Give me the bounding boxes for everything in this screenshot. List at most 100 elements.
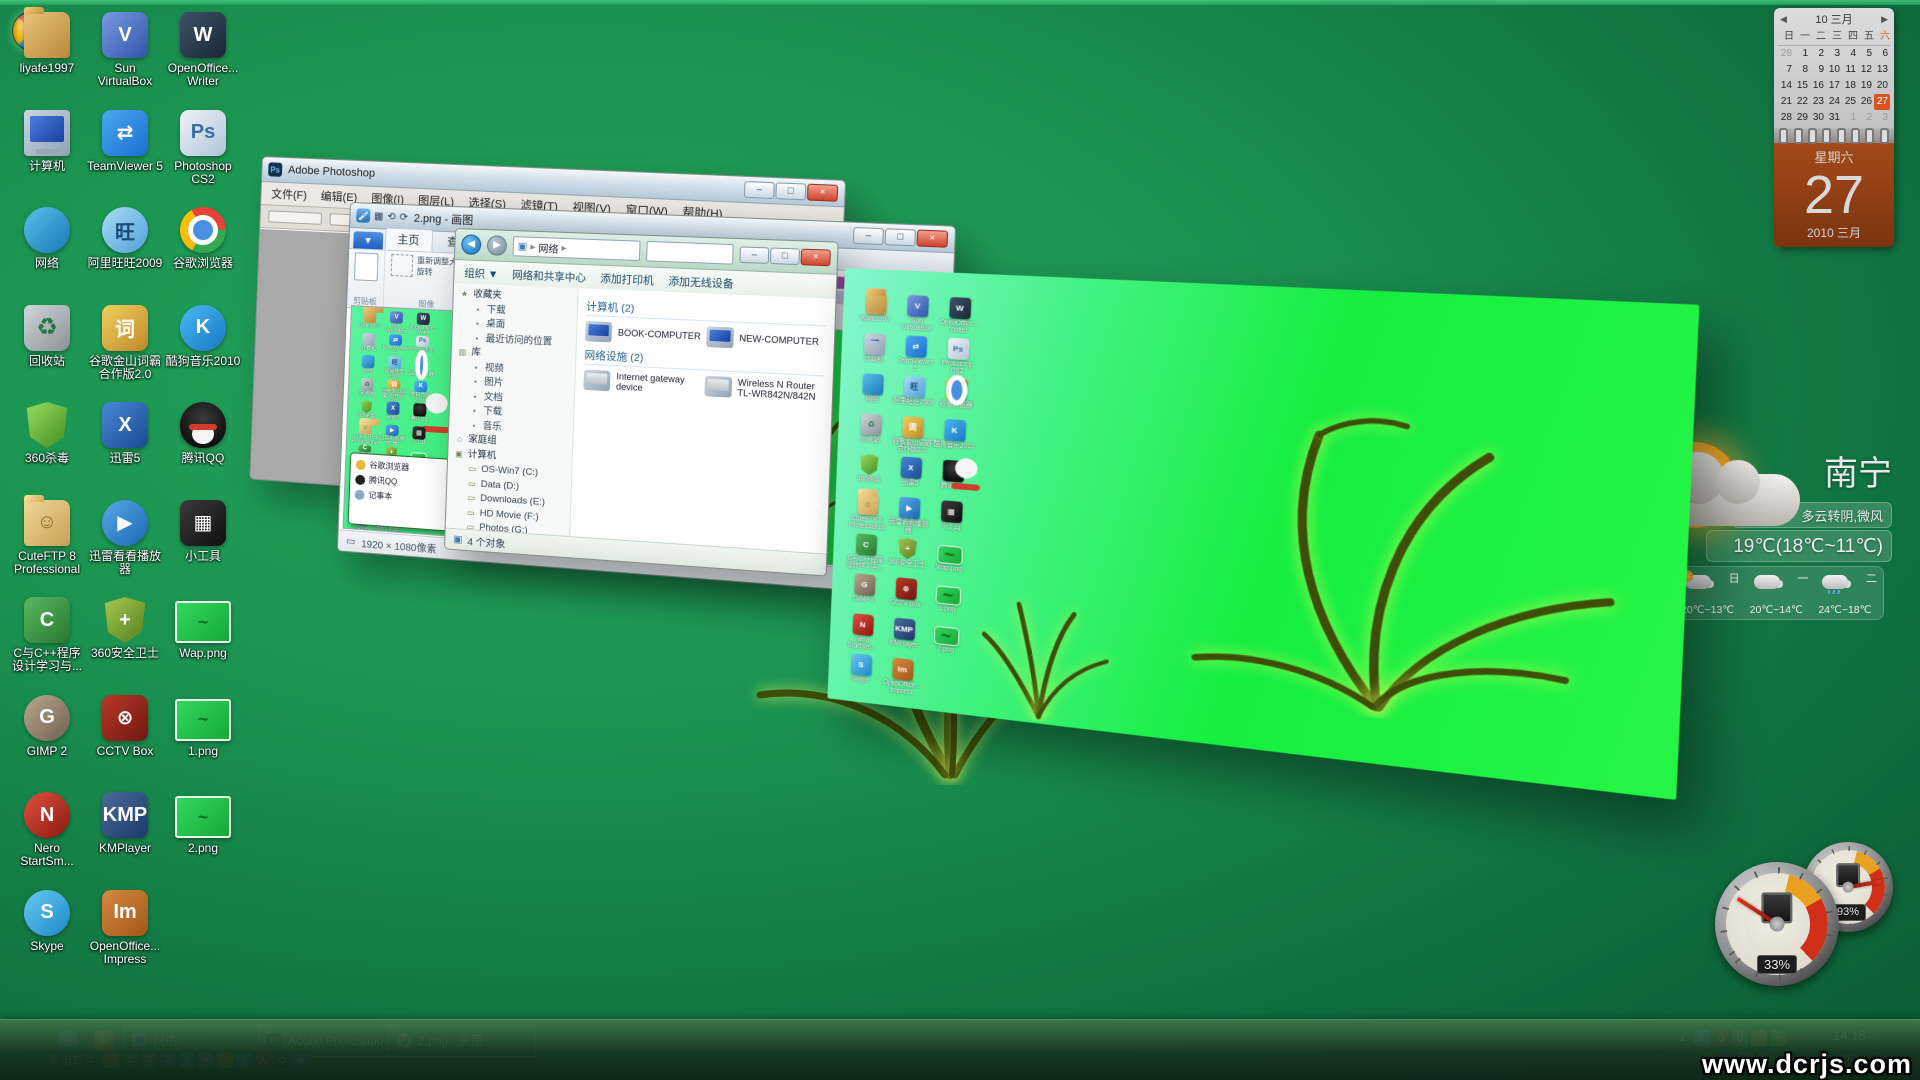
calendar-day[interactable]: 29 <box>1794 110 1810 126</box>
close-button[interactable]: × <box>800 249 830 267</box>
calendar-day[interactable]: 22 <box>1794 94 1810 110</box>
calendar-day[interactable]: 2 <box>1810 46 1826 62</box>
redo-icon[interactable]: ⟳ <box>399 211 408 222</box>
calendar-day[interactable]: 27 <box>1874 94 1890 110</box>
calendar-day[interactable]: 5 <box>1858 46 1874 62</box>
desktop-icon[interactable]: ☺ CuteFTP 8 Professional <box>8 494 86 592</box>
calendar-day[interactable]: 23 <box>1810 94 1826 110</box>
forward-button[interactable]: ▶ <box>487 235 508 256</box>
minimize-button[interactable]: – <box>739 246 769 264</box>
window-explorer-network[interactable]: ◀ ▶ ▣ ▸ 网络 ▸ –□× 组织 ▼网络和共享中心添加打印机添加无线设备 … <box>444 228 839 577</box>
calendar-day[interactable]: 20 <box>1874 78 1890 94</box>
calendar-day[interactable]: 28 <box>1778 46 1794 62</box>
desktop-icon-label: Nero StartSm... <box>9 842 85 868</box>
desktop-icon[interactable]: 2.png <box>164 786 242 884</box>
calendar-day[interactable]: 18 <box>1842 78 1858 94</box>
desktop-icon[interactable]: W OpenOffice... Writer <box>164 6 242 104</box>
toolbar-command[interactable]: 添加打印机 <box>600 270 654 287</box>
desktop-icon[interactable]: 计算机 <box>8 104 86 202</box>
desktop-icon[interactable]: Im OpenOffice... Impress <box>86 884 164 982</box>
menu-item[interactable]: 文件(F) <box>271 185 307 203</box>
search-box[interactable] <box>646 241 734 265</box>
calendar-day[interactable]: 19 <box>1858 78 1874 94</box>
calendar-day[interactable]: 28 <box>1778 110 1794 126</box>
calendar-day[interactable]: 11 <box>1842 62 1858 78</box>
desktop-icon[interactable]: ▦ 小工具 <box>164 494 242 592</box>
save-icon[interactable]: ▦ <box>374 210 384 221</box>
toolbar-command[interactable]: 添加无线设备 <box>668 273 734 291</box>
desktop-icon[interactable]: 旺 阿里旺旺2009 <box>86 201 164 299</box>
select-button[interactable] <box>391 254 414 277</box>
minimize-button[interactable]: – <box>853 227 884 245</box>
calendar-day[interactable]: 24 <box>1826 94 1842 110</box>
calendar-day[interactable]: 21 <box>1778 94 1794 110</box>
desktop-icon[interactable]: + 360安全卫士 <box>86 591 164 689</box>
maximize-button[interactable]: □ <box>885 228 917 246</box>
maximize-button[interactable]: □ <box>775 182 806 200</box>
desktop-icon[interactable]: 谷歌浏览器 <box>164 201 242 299</box>
calendar-day[interactable]: 8 <box>1794 62 1810 78</box>
calendar-day[interactable]: 15 <box>1794 78 1810 94</box>
calendar-day[interactable]: 7 <box>1778 62 1794 78</box>
desktop-icon[interactable]: ▶ 迅雷看看播放 器 <box>86 494 164 592</box>
network-device-item[interactable]: Wireless N Router TL-WR842N/842N <box>704 376 824 403</box>
tab-home[interactable]: 主页 <box>384 227 433 251</box>
calendar-day[interactable]: 3 <box>1874 110 1890 126</box>
desktop-icon[interactable]: 腾讯QQ <box>164 396 242 494</box>
desktop-icon[interactable]: X 迅雷5 <box>86 396 164 494</box>
network-computer-item[interactable]: NEW-COMPUTER <box>706 326 826 352</box>
desktop-icon[interactable]: K 酷狗音乐2010 <box>164 299 242 397</box>
back-button[interactable]: ◀ <box>461 234 481 255</box>
calendar-day[interactable]: 26 <box>1858 94 1874 110</box>
calendar-day[interactable]: 12 <box>1858 62 1874 78</box>
calendar-day[interactable]: 13 <box>1874 62 1890 78</box>
desktop-icon[interactable]: 词 谷歌金山词霸 合作版2.0 <box>86 299 164 397</box>
desktop-icon[interactable]: G GIMP 2 <box>8 689 86 787</box>
calendar-day[interactable]: 1 <box>1842 110 1858 126</box>
desktop-icon[interactable]: 1.png <box>164 689 242 787</box>
calendar-day[interactable]: 9 <box>1810 62 1826 78</box>
pane-icon-label: TeamViewer 5 <box>894 357 935 374</box>
calendar-day[interactable]: 25 <box>1842 94 1858 110</box>
desktop-icon[interactable]: V Sun VirtualBox <box>86 6 164 104</box>
calendar-day[interactable]: 3 <box>1826 46 1842 62</box>
calendar-gadget[interactable]: ◀ 10 三月 ▶ 日一二三四五六 2812345678910111213141… <box>1774 8 1894 247</box>
cpu-meter-gadget[interactable]: 93% 33% <box>1705 838 1920 988</box>
desktop-icon[interactable]: ♻ 回收站 <box>8 299 86 397</box>
calendar-day[interactable]: 17 <box>1826 78 1842 94</box>
desktop-icon[interactable]: C C与C++程序设计学习与... <box>8 591 86 689</box>
close-button[interactable]: × <box>916 230 948 248</box>
calendar-day[interactable]: 6 <box>1874 46 1890 62</box>
desktop-icon[interactable]: ⊗ CCTV Box <box>86 689 164 787</box>
calendar-day[interactable]: 14 <box>1778 78 1794 94</box>
desktop-icon[interactable]: KMP KMPlayer <box>86 786 164 884</box>
close-button[interactable]: × <box>807 184 838 202</box>
network-device-item[interactable]: Internet gateway device <box>583 370 700 396</box>
calendar-day[interactable]: 30 <box>1810 110 1826 126</box>
desktop-icon[interactable]: Ps Photoshop CS2 <box>164 104 242 202</box>
desktop-icon[interactable]: S Skype <box>8 884 86 982</box>
desktop-icon[interactable]: Wap.png <box>164 591 242 689</box>
toolbar-command[interactable]: 组织 ▼ <box>464 265 498 281</box>
address-bar[interactable]: ▣ ▸ 网络 ▸ <box>513 236 641 261</box>
calendar-day[interactable]: 4 <box>1842 46 1858 62</box>
calendar-day[interactable]: 10 <box>1826 62 1842 78</box>
undo-icon[interactable]: ⟲ <box>387 211 396 222</box>
toolbar-command[interactable]: 网络和共享中心 <box>512 267 586 285</box>
desktop-icon[interactable]: N Nero StartSm... <box>8 786 86 884</box>
minimize-button[interactable]: – <box>744 181 775 199</box>
maximize-button[interactable]: □ <box>770 247 800 265</box>
calendar-day[interactable]: 31 <box>1826 110 1842 126</box>
paste-button[interactable] <box>354 252 379 281</box>
calendar-day[interactable]: 16 <box>1810 78 1826 94</box>
calendar-next-icon[interactable]: ▶ <box>1881 14 1888 25</box>
network-computer-item[interactable]: BOOK-COMPUTER <box>585 321 702 347</box>
calendar-prev-icon[interactable]: ◀ <box>1780 14 1787 25</box>
desktop-icon[interactable]: 360杀毒 <box>8 396 86 494</box>
paint-file-button[interactable]: ▾ <box>353 231 383 249</box>
desktop-icon[interactable]: liyafe1997 <box>8 6 86 104</box>
desktop-icon[interactable]: ⇄ TeamViewer 5 <box>86 104 164 202</box>
desktop-icon[interactable]: 网络 <box>8 201 86 299</box>
calendar-day[interactable]: 2 <box>1858 110 1874 126</box>
calendar-day[interactable]: 1 <box>1794 46 1810 62</box>
